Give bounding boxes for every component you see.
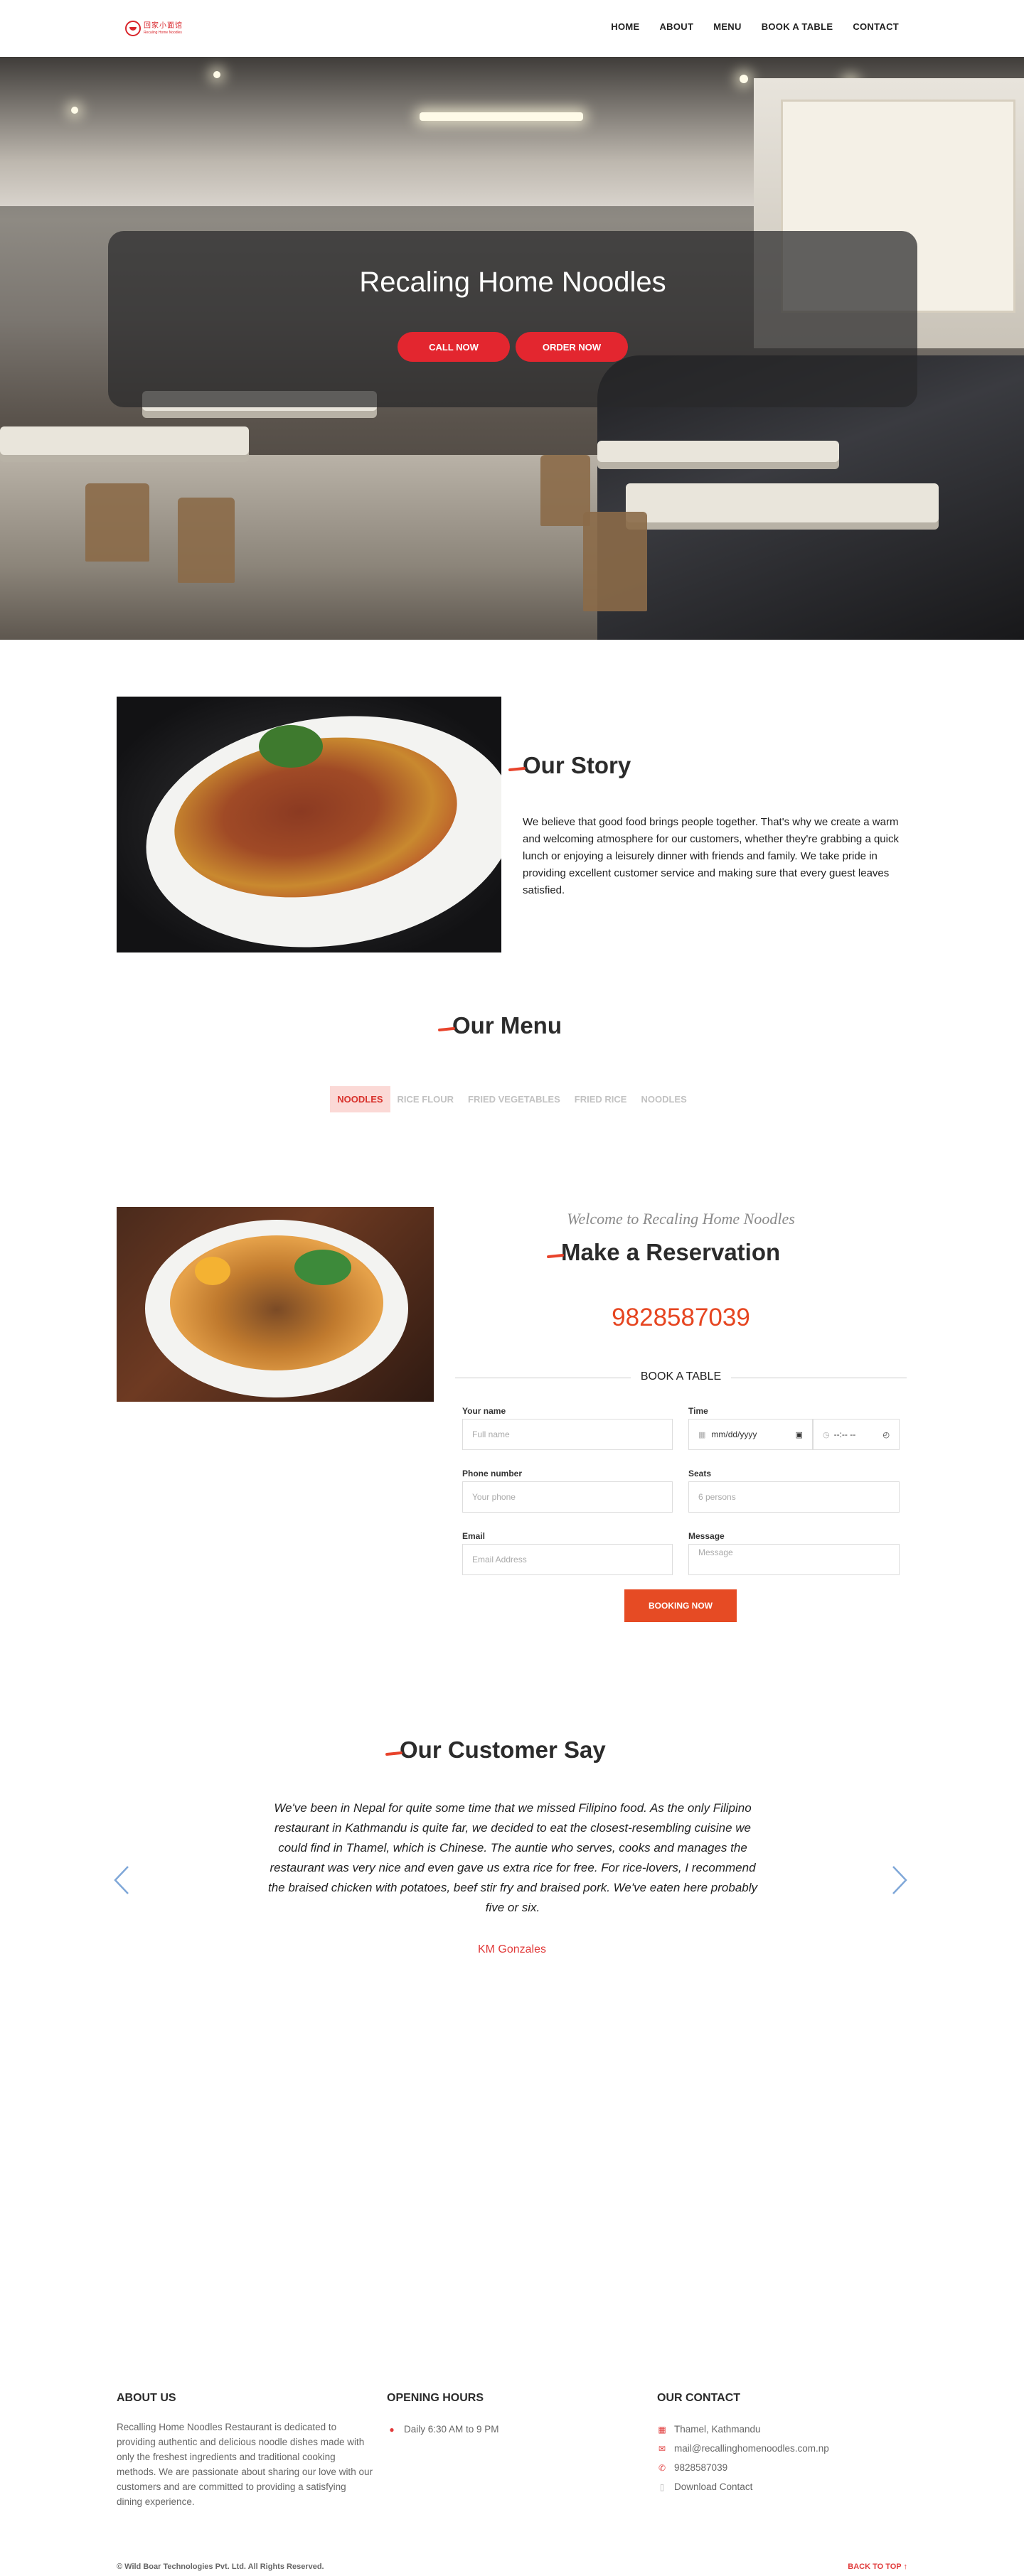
footer-hours: ● Daily 6:30 AM to 9 PM <box>387 2424 498 2435</box>
menu-heading: Our Menu <box>437 1012 562 1039</box>
envelope-icon: ✉ <box>658 2443 666 2454</box>
copyright-text: © Wild Boar Technologies Pvt. Ltd. All R… <box>117 2562 324 2571</box>
clock-icon: ◷ <box>823 1430 830 1439</box>
logo-chinese-text: 回家小面馆 <box>144 21 183 30</box>
date-picker-icon[interactable]: ▣ <box>796 1430 803 1439</box>
seats-input[interactable]: 6 persons <box>688 1481 900 1513</box>
tab-fried-rice[interactable]: FRIED RICE <box>567 1086 634 1112</box>
map-icon: ▦ <box>658 2424 666 2435</box>
nav-home[interactable]: HOME <box>611 21 639 32</box>
hero-banner: Recaling Home Noodles CALL NOW ORDER NOW <box>0 57 1024 640</box>
footer-about-heading: ABOUT US <box>117 2392 176 2404</box>
nav-about[interactable]: ABOUT <box>659 21 693 32</box>
logo[interactable]: 回家小面馆 Recaling Home Noodles <box>125 17 189 40</box>
booking-now-button[interactable]: BOOKING NOW <box>624 1589 737 1622</box>
back-to-top-link[interactable]: BACK TO TOP ↑ <box>848 2562 907 2571</box>
logo-bowl-icon <box>125 21 141 36</box>
tab-rice-flour[interactable]: RICE FLOUR <box>390 1086 461 1112</box>
seats-label: Seats <box>688 1469 712 1478</box>
email-label: Email <box>462 1531 486 1541</box>
name-input[interactable]: Full name <box>462 1419 673 1450</box>
message-textarea[interactable]: Message <box>688 1544 900 1575</box>
phone-icon: ✆ <box>658 2462 666 2473</box>
reservation-noodle-image <box>117 1207 434 1402</box>
email-input[interactable]: Email Address <box>462 1544 673 1575</box>
footer-about-text: Recalling Home Noodles Restaurant is ded… <box>117 2422 373 2507</box>
footer-address: ▦ Thamel, Kathmandu <box>658 2424 761 2435</box>
testimonial-author: KM Gonzales <box>477 1943 547 1955</box>
nav-menu: HOME ABOUT MENU BOOK A TABLE CONTACT <box>611 21 899 32</box>
nav-menu[interactable]: MENU <box>713 21 741 32</box>
tab-noodles-2[interactable]: NOODLES <box>634 1086 693 1112</box>
footer-phone[interactable]: ✆ 9828587039 <box>657 2462 727 2473</box>
time-input[interactable]: ◷ --:-- -- ◴ <box>813 1419 900 1450</box>
call-now-button[interactable]: CALL NOW <box>398 332 510 362</box>
reservation-welcome: Welcome to Recaling Home Noodles <box>567 1210 795 1228</box>
reservation-phone[interactable]: 9828587039 <box>455 1304 907 1332</box>
nav-contact[interactable]: CONTACT <box>853 21 899 32</box>
time-label: Time <box>688 1406 708 1416</box>
clock-icon: ● <box>389 2424 395 2435</box>
footer-email[interactable]: ✉ mail@recallinghomenoodles.com.np <box>657 2443 829 2454</box>
phone-input[interactable]: Your phone <box>462 1481 673 1513</box>
hero-title: Recaling Home Noodles <box>359 267 666 298</box>
testimonial-quote: We've been in Nepal for quite some time … <box>267 1801 758 1914</box>
previous-arrow-icon[interactable] <box>112 1865 131 1895</box>
nav-book-a-table[interactable]: BOOK A TABLE <box>762 21 833 32</box>
name-label: Your name <box>462 1406 506 1416</box>
download-icon: ▯ <box>659 2481 665 2492</box>
phone-label: Phone number <box>462 1469 523 1478</box>
tab-noodles[interactable]: NOODLES <box>330 1086 390 1112</box>
order-now-button[interactable]: ORDER NOW <box>516 332 628 362</box>
menu-tabs: NOODLES RICE FLOUR FRIED VEGETABLES FRIE… <box>0 1086 1024 1112</box>
date-input[interactable]: ▦ mm/dd/yyyy ▣ <box>688 1419 813 1450</box>
book-a-table-label: BOOK A TABLE <box>630 1370 732 1383</box>
next-arrow-icon[interactable] <box>890 1865 909 1895</box>
footer-download-contact[interactable]: ▯ Download Contact <box>657 2481 753 2492</box>
message-label: Message <box>688 1531 725 1541</box>
story-noodle-image <box>117 697 501 952</box>
testimonial-heading: Our Customer Say <box>385 1737 606 1764</box>
calendar-icon: ▦ <box>698 1430 706 1439</box>
tab-fried-vegetables[interactable]: FRIED VEGETABLES <box>461 1086 567 1112</box>
story-heading: Our Story <box>508 752 631 779</box>
logo-english-text: Recaling Home Noodles <box>144 30 182 35</box>
hero-overlay-card: Recaling Home Noodles CALL NOW ORDER NOW <box>108 231 917 407</box>
top-navbar: 回家小面馆 Recaling Home Noodles HOME ABOUT M… <box>0 0 1024 57</box>
time-picker-icon[interactable]: ◴ <box>882 1430 890 1439</box>
footer-contact-heading: OUR CONTACT <box>657 2392 741 2404</box>
footer-hours-heading: OPENING HOURS <box>387 2392 484 2404</box>
story-paragraph: We believe that good food brings people … <box>523 816 899 896</box>
reservation-heading: Make a Reservation <box>546 1239 780 1266</box>
